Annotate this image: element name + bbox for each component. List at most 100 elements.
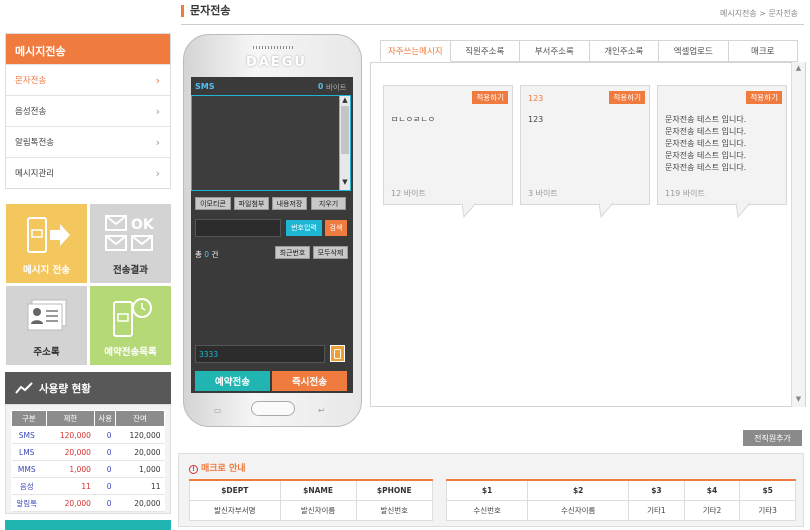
back-key-icon: ▭ <box>214 406 222 415</box>
message-card[interactable]: 123 적용하기 123 3 바이트 <box>520 85 650 205</box>
apply-button[interactable]: 적용하기 <box>609 91 645 104</box>
usage-used: 0 <box>94 460 116 478</box>
usage-col-header: 잔여 <box>115 410 165 427</box>
breadcrumb: 메시지전송 > 문자전송 <box>719 9 798 18</box>
tile-address-book[interactable]: 주소록 <box>6 286 87 365</box>
usage-limit: 11 <box>46 477 95 495</box>
sidebar-item-label: 알림톡전송 <box>15 138 55 148</box>
tab-dept-address[interactable]: 부서주소록 <box>520 40 590 62</box>
tile-label: 예약전송목록 <box>104 347 157 358</box>
sidebar-item-manage[interactable]: 메시지관리 › <box>6 157 170 188</box>
sidebar-item-sms[interactable]: 문자전송 › <box>6 64 170 95</box>
search-button[interactable]: 검색 <box>325 220 347 236</box>
page-title: 문자전송 <box>181 5 230 17</box>
usage-title: 사용량 현황 <box>39 382 91 395</box>
delete-all-button[interactable]: 모두삭제 <box>313 246 348 259</box>
chevron-right-icon: › <box>155 73 160 87</box>
apply-button[interactable]: 적용하기 <box>472 91 508 104</box>
phone-small-icon <box>334 348 341 359</box>
speaker-grille <box>253 46 293 49</box>
panel-scrollbar[interactable]: ▲ ▼ <box>791 62 805 407</box>
usage-used: 0 <box>94 494 116 512</box>
macro-desc: 기타2 <box>683 499 741 521</box>
emoticon-button[interactable]: 이모티콘 <box>195 197 231 210</box>
card-body: ㅁㄴㅇㄹㄴㅇ <box>391 115 436 124</box>
sidebar-item-voice[interactable]: 음성전송 › <box>6 95 170 126</box>
usage-type: MMS <box>11 460 46 478</box>
card-body: 문자전송 테스트 입니다. 문자전송 테스트 입니다. 문자전송 테스트 입니다… <box>665 115 747 172</box>
card-bytes: 3 바이트 <box>528 189 558 198</box>
message-scrollbar[interactable]: ▲ ▼ <box>339 96 350 190</box>
macro-key: $1 <box>445 479 529 501</box>
usage-col-header: 구분 <box>11 410 47 427</box>
tile-label: 전송결과 <box>113 265 148 276</box>
message-card[interactable]: 적용하기 ㅁㄴㅇㄹㄴㅇ 12 바이트 <box>383 85 513 205</box>
card-title: 123 <box>528 94 544 103</box>
send-now-button[interactable]: 즉시전송 <box>272 371 347 391</box>
usage-left: 120,000 <box>115 426 165 444</box>
count-prefix: 총 <box>195 250 202 259</box>
recent-number-button[interactable]: 최근번호 <box>275 246 310 259</box>
sidebar-item-alimtalk[interactable]: 알림톡전송 › <box>6 126 170 157</box>
sender-number-field[interactable]: 3333 <box>195 345 325 363</box>
usage-limit: 20,000 <box>46 494 95 512</box>
card-tail-shape <box>736 203 751 219</box>
macro-desc: 발신번호 <box>355 499 434 521</box>
save-content-button[interactable]: 내용저장 <box>272 197 307 210</box>
card-body: 123 <box>528 115 544 124</box>
card-bytes: 119 바이트 <box>665 189 705 198</box>
info-icon: ! <box>189 465 198 474</box>
usage-used: 0 <box>94 426 116 444</box>
macro-key: $5 <box>739 479 796 501</box>
usage-left: 11 <box>115 477 165 495</box>
tile-label: 메시지 전송 <box>22 265 70 276</box>
table-row: SMS 120,000 0 120,000 <box>11 426 165 444</box>
recipient-list <box>193 262 351 340</box>
table-row: 음성 11 0 11 <box>11 477 165 495</box>
sidebar-item-label: 메시지관리 <box>15 169 55 179</box>
add-all-staff-button[interactable]: 전직원추가 <box>743 430 802 446</box>
sidebar-item-label: 음성전송 <box>15 107 47 117</box>
usage-left: 20,000 <box>115 494 165 512</box>
tile-send-message[interactable]: 메시지 전송 <box>6 204 87 283</box>
header-divider <box>181 24 804 25</box>
card-bytes: 12 바이트 <box>391 189 426 198</box>
tile-reserved-list[interactable]: 예약전송목록 <box>90 286 171 365</box>
recipient-number-input[interactable] <box>195 219 281 237</box>
usage-panel: 구분 제한 사용 잔여 SMS 120,000 0 120,000 LMS 20,000… <box>5 404 171 514</box>
apply-button[interactable]: 적용하기 <box>746 91 782 104</box>
macro-desc: 기타1 <box>628 499 685 521</box>
message-textarea[interactable] <box>191 95 351 191</box>
table-row: 알림톡 20,000 0 20,000 <box>11 494 165 512</box>
macro-desc: 발신자이름 <box>279 499 357 521</box>
tab-favorite-messages[interactable]: 자주쓰는메시지 <box>380 40 451 62</box>
tab-personal-address[interactable]: 개인주소록 <box>589 40 659 62</box>
count-value: 0 <box>204 250 210 259</box>
tab-staff-address[interactable]: 직원주소록 <box>450 40 520 62</box>
tab-excel-upload[interactable]: 엑셀업로드 <box>659 40 729 62</box>
attach-file-button[interactable]: 파일첨부 <box>234 197 269 210</box>
sidebar-heading: 메시지전송 <box>6 34 170 64</box>
macro-desc: 수신자이름 <box>527 499 630 521</box>
contact-card-icon <box>27 299 66 331</box>
sidebar-menu: 메시지전송 문자전송 › 음성전송 › 알림톡전송 › 메시지관리 › <box>5 33 171 189</box>
clear-button[interactable]: 지우기 <box>311 197 346 210</box>
message-card[interactable]: 적용하기 문자전송 테스트 입니다. 문자전송 테스트 입니다. 문자전송 테스… <box>657 85 787 205</box>
phone-brand: DAEGU <box>246 55 307 70</box>
macro-table-right: $1 $2 $3 $4 $5 수신번호 수신자이름 기타1 기타2 기타3 <box>445 479 796 521</box>
macro-table-left: $DEPT $NAME $PHONE 발신자부서명 발신자이름 발신번호 <box>189 479 434 521</box>
tile-label: 주소록 <box>33 347 60 358</box>
sender-lookup-button[interactable] <box>330 345 345 362</box>
phone-arrow-icon <box>26 217 70 253</box>
count-suffix: 건 <box>211 250 219 259</box>
tab-macro[interactable]: 매크로 <box>728 40 798 62</box>
recent-apps-icon: ↩ <box>318 406 325 415</box>
chevron-right-icon: › <box>155 166 160 180</box>
macro-key: $3 <box>628 479 685 501</box>
tile-send-result[interactable]: OK 전송결과 <box>90 204 171 283</box>
usage-limit: 120,000 <box>46 426 95 444</box>
reserve-send-button[interactable]: 예약전송 <box>195 371 270 391</box>
number-input-button[interactable]: 번호입력 <box>286 220 322 236</box>
table-row: LMS 20,000 0 20,000 <box>11 443 165 461</box>
usage-col-header: 사용 <box>94 410 117 427</box>
